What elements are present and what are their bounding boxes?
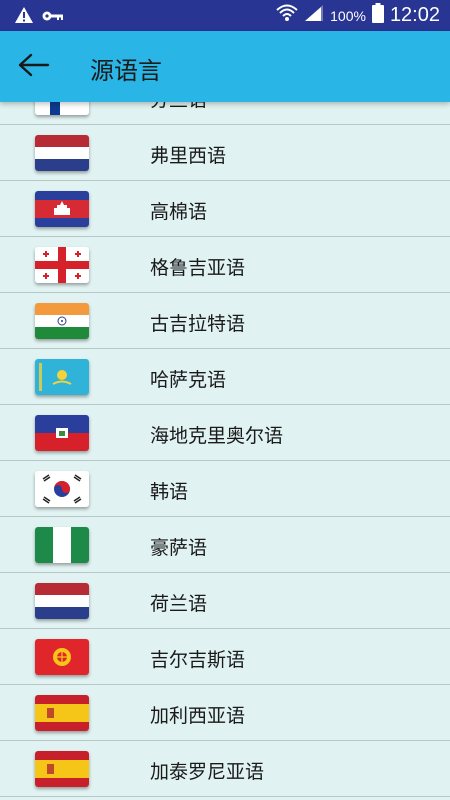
haiti-flag-icon — [35, 415, 89, 451]
kyrgyzstan-flag-icon — [35, 639, 89, 675]
language-item[interactable]: 高棉语 — [0, 181, 450, 237]
netherlands-flag-icon — [35, 135, 89, 171]
warning-icon — [14, 6, 34, 28]
language-label: 古吉拉特语 — [150, 313, 246, 335]
language-item[interactable]: 弗里西语 — [0, 125, 450, 181]
language-item[interactable]: 豪萨语 — [0, 517, 450, 573]
language-item[interactable]: 加利西亚语 — [0, 685, 450, 741]
language-item[interactable]: 海地克里奥尔语 — [0, 405, 450, 461]
finland-flag-icon — [35, 102, 89, 115]
language-label: 格鲁吉亚语 — [150, 257, 246, 279]
language-item[interactable]: 哈萨克语 — [0, 349, 450, 405]
language-label: 豪萨语 — [150, 537, 208, 559]
language-label: 哈萨克语 — [150, 369, 227, 391]
language-list[interactable]: 分兰语 弗里西语 高棉语 格鲁吉亚语 古吉拉特语 — [0, 102, 450, 800]
spain-flag-icon — [35, 751, 89, 787]
kazakhstan-flag-icon — [35, 359, 89, 395]
language-label: 韩语 — [150, 481, 189, 503]
battery-icon — [371, 3, 384, 28]
status-bar: 100% 12:02 — [0, 0, 450, 31]
netherlands-flag-icon — [35, 583, 89, 619]
language-item[interactable]: 荷兰语 — [0, 573, 450, 629]
nigeria-flag-icon — [35, 527, 89, 563]
india-flag-icon — [35, 303, 89, 339]
cambodia-flag-icon — [35, 191, 89, 227]
page-title: 源语言 — [90, 57, 162, 85]
back-button[interactable] — [14, 47, 54, 87]
language-label: 加泰罗尼亚语 — [150, 761, 265, 783]
south-korea-flag-icon — [35, 471, 89, 507]
signal-icon — [304, 4, 324, 27]
app-bar: 源语言 — [0, 31, 450, 102]
georgia-flag-icon — [35, 247, 89, 283]
language-item[interactable]: 格鲁吉亚语 — [0, 237, 450, 293]
language-label: 高棉语 — [150, 201, 208, 223]
language-label: 分兰语 — [150, 102, 207, 112]
language-item[interactable]: 韩语 — [0, 461, 450, 517]
language-label: 荷兰语 — [150, 593, 208, 615]
spain-flag-icon — [35, 695, 89, 731]
wifi-icon — [276, 3, 298, 28]
language-label: 加利西亚语 — [150, 705, 246, 727]
clock: 12:02 — [389, 4, 440, 26]
language-item[interactable]: 吉尔吉斯语 — [0, 629, 450, 685]
language-label: 弗里西语 — [150, 145, 227, 167]
key-icon — [42, 8, 64, 27]
language-item[interactable]: 古吉拉特语 — [0, 293, 450, 349]
language-item[interactable]: 分兰语 — [0, 102, 450, 125]
language-label: 海地克里奥尔语 — [150, 425, 284, 447]
language-item[interactable]: 加泰罗尼亚语 — [0, 741, 450, 797]
arrow-left-icon — [18, 53, 50, 81]
battery-percent: 100% — [330, 7, 366, 24]
language-label: 吉尔吉斯语 — [150, 649, 246, 671]
